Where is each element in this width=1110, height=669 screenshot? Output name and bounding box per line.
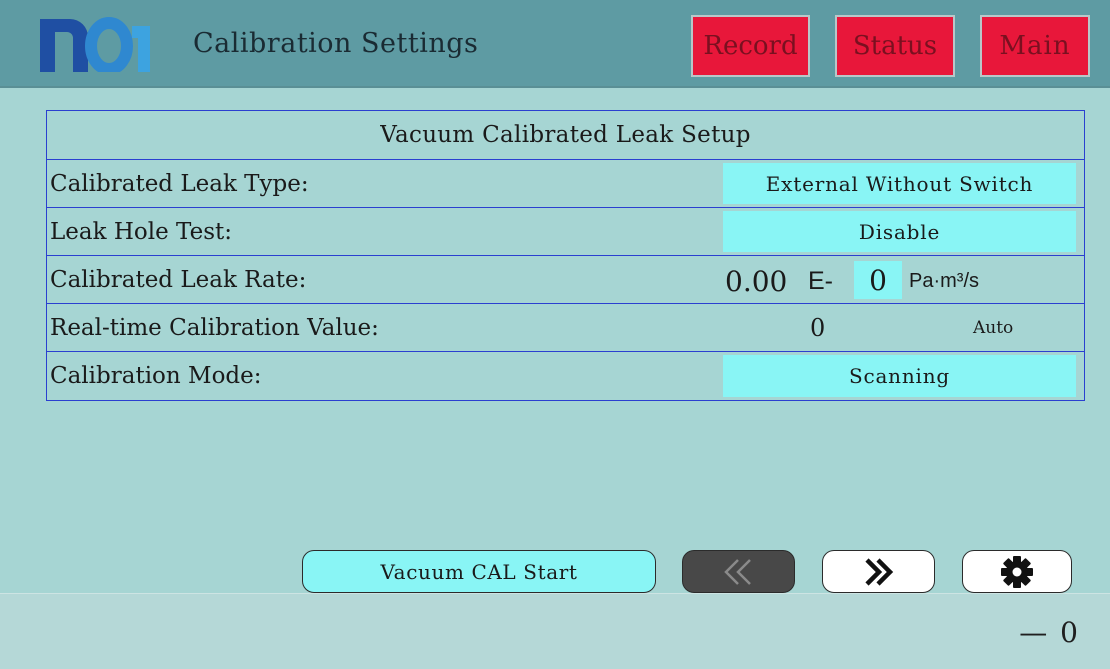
leak-hole-test-label: Leak Hole Test:	[50, 218, 232, 245]
next-page-button[interactable]	[822, 550, 935, 593]
realtime-value-row: Real-time Calibration Value: 0 Auto	[47, 304, 1084, 352]
calibration-settings-screen: Calibration Settings Record Status Main …	[0, 0, 1110, 669]
table-title: Vacuum Calibrated Leak Setup	[380, 122, 751, 148]
header-bar: Calibration Settings Record Status Main	[0, 0, 1110, 88]
nai-logo	[40, 17, 150, 72]
leak-rate-unit: Pa·m³/s	[909, 269, 979, 292]
gear-icon	[1001, 555, 1033, 588]
leak-hole-test-toggle[interactable]: Disable	[723, 211, 1076, 252]
realtime-mode: Auto	[973, 317, 1014, 338]
table-title-row: Vacuum Calibrated Leak Setup	[47, 111, 1084, 160]
status-button[interactable]: Status	[835, 15, 955, 77]
leak-rate-value: 0.00 E- 0 Pa·m³/s	[723, 256, 1084, 303]
calibration-mode-row: Calibration Mode: Scanning	[47, 352, 1084, 400]
vacuum-cal-start-button[interactable]: Vacuum CAL Start	[302, 550, 656, 593]
leak-type-label: Calibrated Leak Type:	[50, 170, 309, 197]
leak-type-row: Calibrated Leak Type: External Without S…	[47, 160, 1084, 208]
leak-hole-test-row: Leak Hole Test: Disable	[47, 208, 1084, 256]
realtime-value: 0	[810, 313, 826, 342]
double-chevron-right-icon	[864, 557, 893, 586]
leak-type-select[interactable]: External Without Switch	[723, 163, 1076, 204]
main-button[interactable]: Main	[980, 15, 1090, 77]
footer-reading: — 0	[1019, 616, 1080, 649]
leak-rate-row: Calibrated Leak Rate: 0.00 E- 0 Pa·m³/s	[47, 256, 1084, 304]
calibration-mode-label: Calibration Mode:	[50, 363, 262, 389]
page-title: Calibration Settings	[193, 28, 479, 59]
realtime-value-label: Real-time Calibration Value:	[50, 314, 379, 341]
previous-page-button[interactable]	[682, 550, 795, 593]
status-footer: — 0	[0, 593, 1110, 669]
leak-rate-label: Calibrated Leak Rate:	[50, 266, 307, 293]
leak-rate-exponent-input[interactable]: 0	[854, 261, 902, 299]
double-chevron-left-icon	[723, 558, 751, 585]
leak-setup-table: Vacuum Calibrated Leak Setup Calibrated …	[46, 110, 1085, 401]
record-button[interactable]: Record	[691, 15, 810, 77]
settings-button[interactable]	[962, 550, 1072, 593]
exponent-symbol: E-	[808, 266, 833, 295]
calibration-mode-select[interactable]: Scanning	[723, 355, 1076, 397]
leak-rate-mantissa-input[interactable]: 0.00	[725, 263, 787, 299]
